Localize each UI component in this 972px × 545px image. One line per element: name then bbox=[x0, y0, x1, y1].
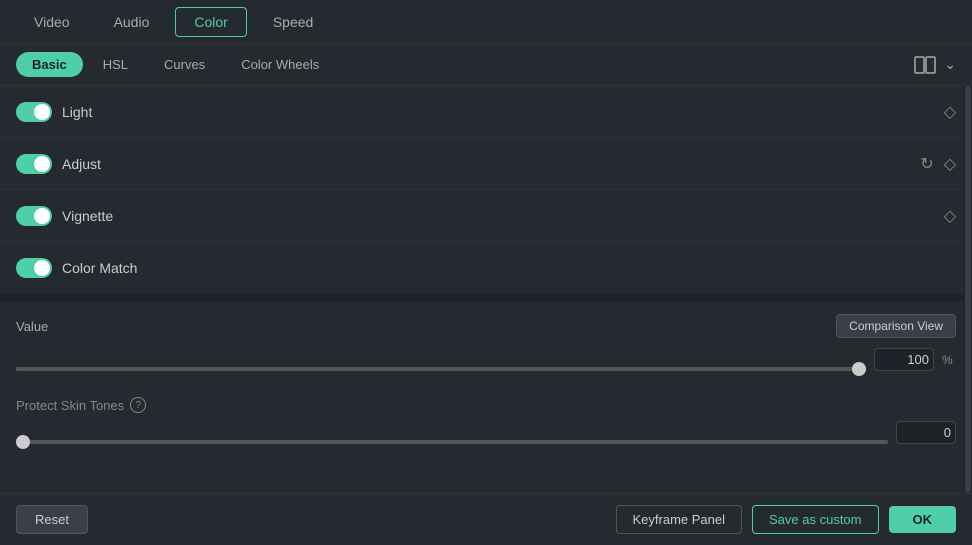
protect-skin-tones-section: Protect Skin Tones ? bbox=[0, 393, 972, 470]
vignette-toggle[interactable] bbox=[16, 206, 52, 226]
scroll-thumb bbox=[965, 86, 971, 493]
adjust-section-row: Adjust ↻ ◇ bbox=[0, 138, 972, 190]
adjust-toggle-wrap[interactable]: Adjust bbox=[16, 154, 101, 174]
light-toggle[interactable] bbox=[16, 102, 52, 122]
protect-slider-track-wrap bbox=[16, 431, 888, 435]
save-custom-button[interactable]: Save as custom bbox=[752, 505, 879, 534]
tab-audio[interactable]: Audio bbox=[96, 8, 168, 36]
adjust-row-right: ↻ ◇ bbox=[920, 154, 956, 174]
subtab-color-wheels[interactable]: Color Wheels bbox=[225, 52, 335, 77]
tab-color[interactable]: Color bbox=[175, 7, 246, 37]
vignette-section-row: Vignette ◇ bbox=[0, 190, 972, 242]
value-label: Value bbox=[16, 319, 48, 334]
adjust-toggle[interactable] bbox=[16, 154, 52, 174]
value-input-field[interactable] bbox=[874, 348, 934, 371]
adjust-reset-icon[interactable]: ↻ bbox=[920, 154, 933, 174]
sub-tab-right: ⌄ bbox=[914, 56, 956, 74]
protect-slider-row bbox=[16, 421, 956, 444]
sub-tab-bar: Basic HSL Curves Color Wheels ⌄ bbox=[0, 44, 972, 86]
value-slider-track-wrap bbox=[16, 358, 866, 362]
protect-slider-input[interactable] bbox=[16, 440, 888, 444]
protect-input-field[interactable] bbox=[896, 421, 956, 444]
ok-button[interactable]: OK bbox=[889, 506, 957, 533]
scrollbar[interactable] bbox=[964, 86, 972, 493]
value-percent-label: % bbox=[942, 353, 956, 367]
top-tab-bar: Video Audio Color Speed bbox=[0, 0, 972, 44]
vignette-toggle-wrap[interactable]: Vignette bbox=[16, 206, 113, 226]
adjust-label: Adjust bbox=[62, 156, 101, 172]
vignette-row-right: ◇ bbox=[944, 206, 956, 226]
value-slider-row: % bbox=[16, 348, 956, 371]
light-label: Light bbox=[62, 104, 92, 120]
light-row-right: ◇ bbox=[944, 102, 956, 122]
protect-label-row: Protect Skin Tones ? bbox=[16, 397, 956, 413]
tab-speed[interactable]: Speed bbox=[255, 8, 331, 36]
tab-video[interactable]: Video bbox=[16, 8, 88, 36]
light-diamond-icon[interactable]: ◇ bbox=[944, 102, 956, 122]
subtab-curves[interactable]: Curves bbox=[148, 52, 221, 77]
bottom-bar: Reset Keyframe Panel Save as custom OK bbox=[0, 493, 972, 545]
light-section-row: Light ◇ bbox=[0, 86, 972, 138]
reset-button[interactable]: Reset bbox=[16, 505, 88, 534]
expand-chevron-button[interactable]: ⌄ bbox=[944, 56, 956, 73]
subtab-basic[interactable]: Basic bbox=[16, 52, 83, 77]
value-slider-input[interactable] bbox=[16, 367, 866, 371]
section-divider bbox=[0, 294, 972, 302]
color-match-label: Color Match bbox=[62, 260, 137, 276]
main-content: Light ◇ Adjust ↻ ◇ Vignette ◇ Color Matc… bbox=[0, 86, 972, 493]
compare-icon-button[interactable] bbox=[914, 56, 936, 74]
color-match-toggle-wrap[interactable]: Color Match bbox=[16, 258, 137, 278]
vignette-label: Vignette bbox=[62, 208, 113, 224]
protect-help-icon[interactable]: ? bbox=[130, 397, 146, 413]
color-match-toggle[interactable] bbox=[16, 258, 52, 278]
adjust-diamond-icon[interactable]: ◇ bbox=[944, 154, 956, 174]
color-match-section-row: Color Match bbox=[0, 242, 972, 294]
keyframe-panel-button[interactable]: Keyframe Panel bbox=[616, 505, 743, 534]
value-slider-header: Value Comparison View bbox=[16, 314, 956, 338]
compare-panels-icon bbox=[914, 56, 936, 74]
light-toggle-wrap[interactable]: Light bbox=[16, 102, 92, 122]
protect-skin-tones-label: Protect Skin Tones bbox=[16, 398, 124, 413]
sub-tab-list: Basic HSL Curves Color Wheels bbox=[16, 52, 914, 77]
subtab-hsl[interactable]: HSL bbox=[87, 52, 144, 77]
vignette-diamond-icon[interactable]: ◇ bbox=[944, 206, 956, 226]
value-slider-section: Value Comparison View % bbox=[0, 302, 972, 393]
comparison-view-button[interactable]: Comparison View bbox=[836, 314, 956, 338]
